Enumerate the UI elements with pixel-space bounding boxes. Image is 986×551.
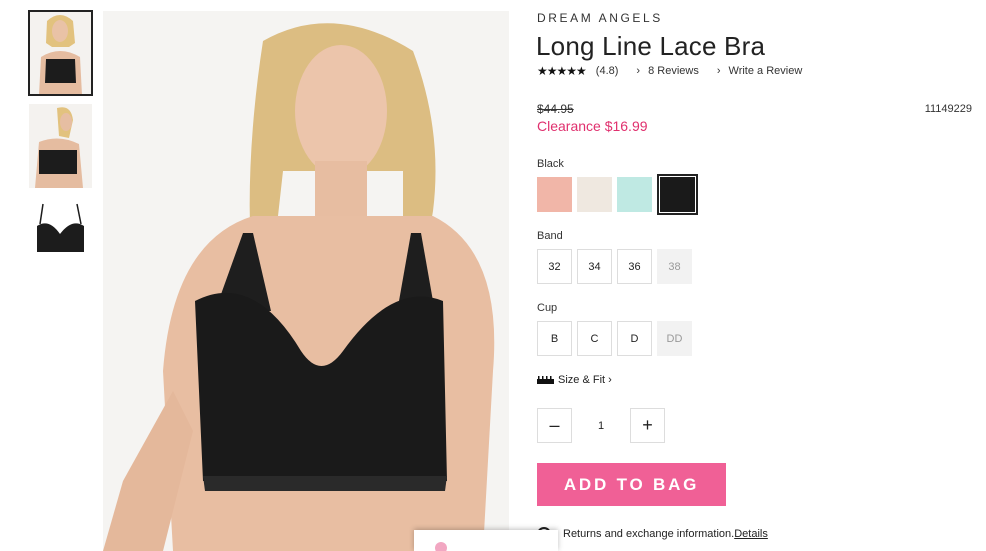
band-options: 32 34 36 38 [537,249,697,284]
chat-icon [435,542,447,551]
band-option-38[interactable]: 38 [657,249,692,284]
color-swatch-black[interactable] [657,174,698,215]
reviews-link-label: 8 Reviews [648,65,699,77]
color-swatch-ivory[interactable] [577,177,612,212]
quantity-value[interactable]: 1 [572,420,630,432]
returns-text: Returns and exchange information. [563,528,735,540]
main-product-image [103,11,509,551]
reviews-link[interactable]: › 8 Reviews [636,65,698,77]
chevron-right-icon: › [636,65,641,77]
size-fit-link[interactable]: Size & Fit › [537,374,612,386]
star-rating-icon: ★★★★★ [537,64,587,78]
cup-label: Cup [537,302,558,314]
thumbnail-back-view[interactable] [29,104,92,188]
quantity-stepper: – 1 + [537,408,665,443]
cup-option-dd[interactable]: DD [657,321,692,356]
thumbnail-back-image [29,104,92,188]
quantity-decrease-button[interactable]: – [537,408,572,443]
rating-row: ★★★★★ (4.8) › 8 Reviews › Write a Review [537,64,802,78]
color-swatches [537,174,700,215]
thumbnail-product-image [29,196,92,280]
sale-price: Clearance $16.99 [537,118,648,134]
product-sku: 11149229 [924,103,972,115]
cup-options: B C D DD [537,321,697,356]
write-review-label: Write a Review [728,65,803,77]
cup-option-d[interactable]: D [617,321,652,356]
brand-name: DREAM ANGELS [537,11,663,25]
thumbnail-product-only[interactable] [29,196,92,280]
color-swatch-mint[interactable] [617,177,652,212]
band-option-36[interactable]: 36 [617,249,652,284]
color-label: Black [537,158,564,170]
cup-option-c[interactable]: C [577,321,612,356]
write-review-link[interactable]: › Write a Review [717,65,802,77]
band-option-34[interactable]: 34 [577,249,612,284]
thumbnail-front-view[interactable] [28,10,93,96]
thumbnail-front-image [29,11,92,95]
add-to-bag-button[interactable]: ADD TO BAG [537,463,726,506]
color-swatch-peach[interactable] [537,177,572,212]
cup-option-b[interactable]: B [537,321,572,356]
returns-info: Returns and exchange information. Detail… [537,527,768,541]
rating-value: (4.8) [595,65,619,77]
chevron-right-icon: › [716,65,721,77]
returns-details-link[interactable]: Details [734,528,768,540]
chevron-right-icon: › [608,374,612,386]
quantity-increase-button[interactable]: + [630,408,665,443]
ruler-icon [537,376,554,384]
chat-popup[interactable] [414,530,558,551]
size-fit-label: Size & Fit [558,374,606,386]
product-title: Long Line Lace Bra [536,31,766,61]
band-label: Band [537,230,563,242]
original-price: $44.95 [537,102,574,116]
band-option-32[interactable]: 32 [537,249,572,284]
